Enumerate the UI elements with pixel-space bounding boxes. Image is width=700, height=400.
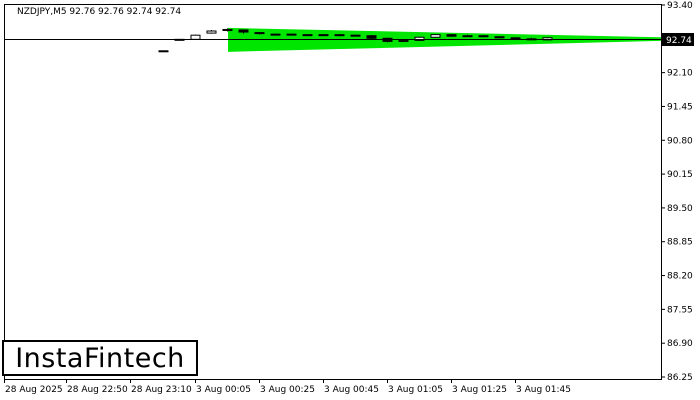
candle-body <box>350 34 361 37</box>
y-tick-label: 90.15 <box>667 170 693 180</box>
candle-body <box>206 30 217 34</box>
candle <box>494 36 505 39</box>
candle <box>398 39 409 42</box>
candle-body <box>238 29 249 33</box>
candle <box>414 36 425 41</box>
y-tick-label: 88.20 <box>667 272 693 282</box>
y-tick-label: 93.40 <box>667 1 693 11</box>
x-tick-label: 3 Aug 00:45 <box>324 385 379 395</box>
candle-body <box>334 34 345 37</box>
current-price-label: 92.74 <box>666 36 692 46</box>
candle-body <box>190 34 201 40</box>
candle-body <box>462 35 473 38</box>
candle-body <box>158 50 169 53</box>
candle <box>158 50 169 53</box>
x-tick-label: 28 Aug 23:10 <box>131 385 192 395</box>
candle <box>510 37 521 40</box>
candle <box>430 34 441 38</box>
candle-body <box>254 32 265 35</box>
instafintech-logo: InstaFintech <box>2 340 198 376</box>
candle-body <box>430 34 441 38</box>
candle-body <box>398 39 409 42</box>
y-tick-label: 86.25 <box>667 373 693 383</box>
candle-body <box>222 28 233 31</box>
candle <box>286 33 297 36</box>
y-tick-label: 88.85 <box>667 238 693 248</box>
y-tick-label: 90.80 <box>667 136 693 146</box>
candle-body <box>270 33 281 36</box>
candle-body <box>318 34 329 37</box>
x-tick-label: 28 Aug 2025 <box>5 385 63 395</box>
candle <box>206 29 217 34</box>
x-tick-label: 3 Aug 01:45 <box>516 385 571 395</box>
candle <box>350 34 361 37</box>
candle <box>270 33 281 36</box>
candle <box>318 34 329 37</box>
candle <box>382 37 393 43</box>
y-tick-label: 92.10 <box>667 69 693 79</box>
x-tick-label: 3 Aug 01:05 <box>388 385 443 395</box>
y-tick-label: 89.50 <box>667 204 693 214</box>
y-tick-label: 86.90 <box>667 339 693 349</box>
x-tick-label: 3 Aug 01:25 <box>452 385 507 395</box>
candle <box>334 34 345 37</box>
candle <box>302 34 313 37</box>
x-tick-label: 28 Aug 22:50 <box>67 385 128 395</box>
x-tick-label: 3 Aug 00:05 <box>196 385 251 395</box>
candle <box>366 35 377 40</box>
x-tick-label: 3 Aug 00:25 <box>260 385 315 395</box>
chart-title: NZDJPY,M5 92.76 92.76 92.74 92.74 <box>17 7 181 17</box>
candle <box>478 35 489 38</box>
logo-text: InstaFintech <box>15 342 185 374</box>
y-tick-label: 91.45 <box>667 102 693 112</box>
candle-body <box>286 33 297 36</box>
candle-body <box>510 37 521 40</box>
candle-body <box>366 35 377 39</box>
candle-body <box>478 35 489 38</box>
candle-body <box>494 36 505 39</box>
candle <box>446 34 457 37</box>
candle-body <box>302 34 313 37</box>
y-tick-label: 87.55 <box>667 305 693 315</box>
candle-body <box>446 34 457 37</box>
